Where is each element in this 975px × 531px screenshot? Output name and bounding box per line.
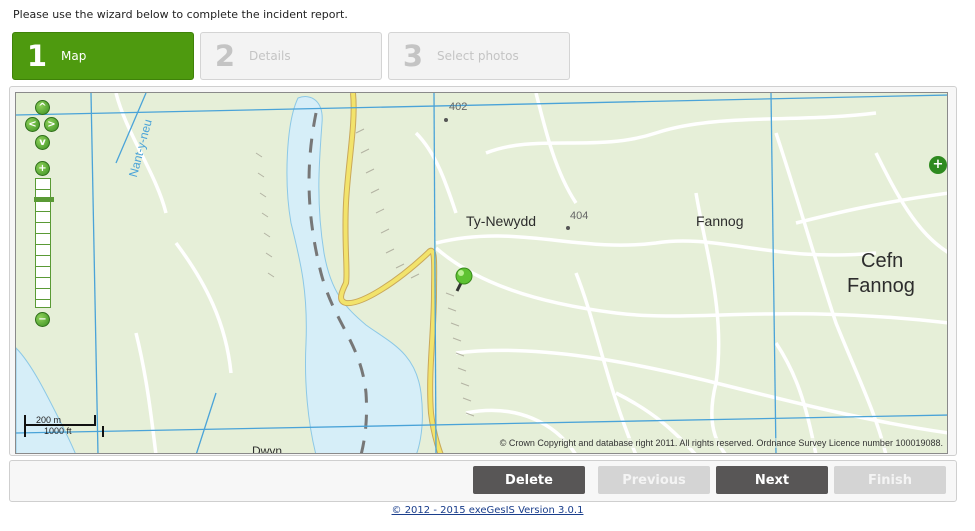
place-label-ty-newydd: Ty-Newydd bbox=[466, 213, 537, 229]
step-number: 3 bbox=[402, 39, 424, 73]
place-label-fannog-large: Fannog bbox=[847, 275, 915, 297]
tracks bbox=[114, 93, 947, 453]
spot-height-label-404: 404 bbox=[570, 210, 589, 222]
step-select-photos[interactable]: 3 Select photos bbox=[388, 32, 570, 80]
location-pin-icon bbox=[455, 267, 473, 292]
pan-right-button[interactable]: > bbox=[44, 117, 59, 132]
layer-switcher-button[interactable]: + bbox=[929, 156, 947, 174]
step-number: 2 bbox=[214, 39, 236, 73]
river-sw bbox=[16, 347, 76, 453]
pan-left-button[interactable]: < bbox=[25, 117, 40, 132]
scale-imperial: 1000 ft bbox=[24, 426, 104, 437]
scale-bar: 200 m 1000 ft bbox=[24, 415, 104, 437]
finish-button[interactable]: Finish bbox=[834, 466, 946, 494]
previous-button[interactable]: Previous bbox=[598, 466, 710, 494]
footer: © 2012 - 2015 exeGesIS Version 3.0.1 bbox=[0, 505, 975, 516]
step-label: Details bbox=[249, 49, 291, 63]
zoom-in-button[interactable]: + bbox=[35, 161, 50, 176]
scale-metric: 200 m bbox=[24, 415, 96, 426]
spot-height-label-402: 402 bbox=[449, 101, 468, 113]
step-label: Map bbox=[61, 49, 87, 63]
spot-height-402 bbox=[444, 118, 448, 122]
step-number: 1 bbox=[26, 39, 48, 73]
zoom-slider-handle[interactable] bbox=[34, 197, 54, 202]
map-canvas[interactable]: Nant-y-neu 402 404 Ty-Newydd Fannog Cefn… bbox=[15, 92, 948, 454]
spot-height-404 bbox=[566, 226, 570, 230]
zoom-slider[interactable] bbox=[34, 178, 54, 308]
zoom-out-button[interactable]: − bbox=[35, 312, 50, 327]
grid-lines bbox=[16, 93, 947, 453]
place-label-cefn: Cefn bbox=[861, 250, 904, 272]
map-base-layer bbox=[16, 93, 947, 453]
pan-up-button[interactable]: ^ bbox=[35, 100, 50, 115]
map-copyright: © Crown Copyright and database right 201… bbox=[499, 438, 943, 448]
pan-down-button[interactable]: v bbox=[35, 135, 50, 150]
place-label-partial: Dwyn bbox=[252, 444, 283, 454]
next-button[interactable]: Next bbox=[716, 466, 828, 494]
step-label: Select photos bbox=[437, 49, 519, 63]
step-details[interactable]: 2 Details bbox=[200, 32, 382, 80]
place-label-fannog: Fannog bbox=[696, 213, 744, 229]
wizard-instructions: Please use the wizard below to complete … bbox=[13, 8, 348, 21]
version-link[interactable]: © 2012 - 2015 exeGesIS Version 3.0.1 bbox=[392, 505, 584, 516]
step-map[interactable]: 1 Map bbox=[12, 32, 194, 80]
delete-button[interactable]: Delete bbox=[473, 466, 585, 494]
